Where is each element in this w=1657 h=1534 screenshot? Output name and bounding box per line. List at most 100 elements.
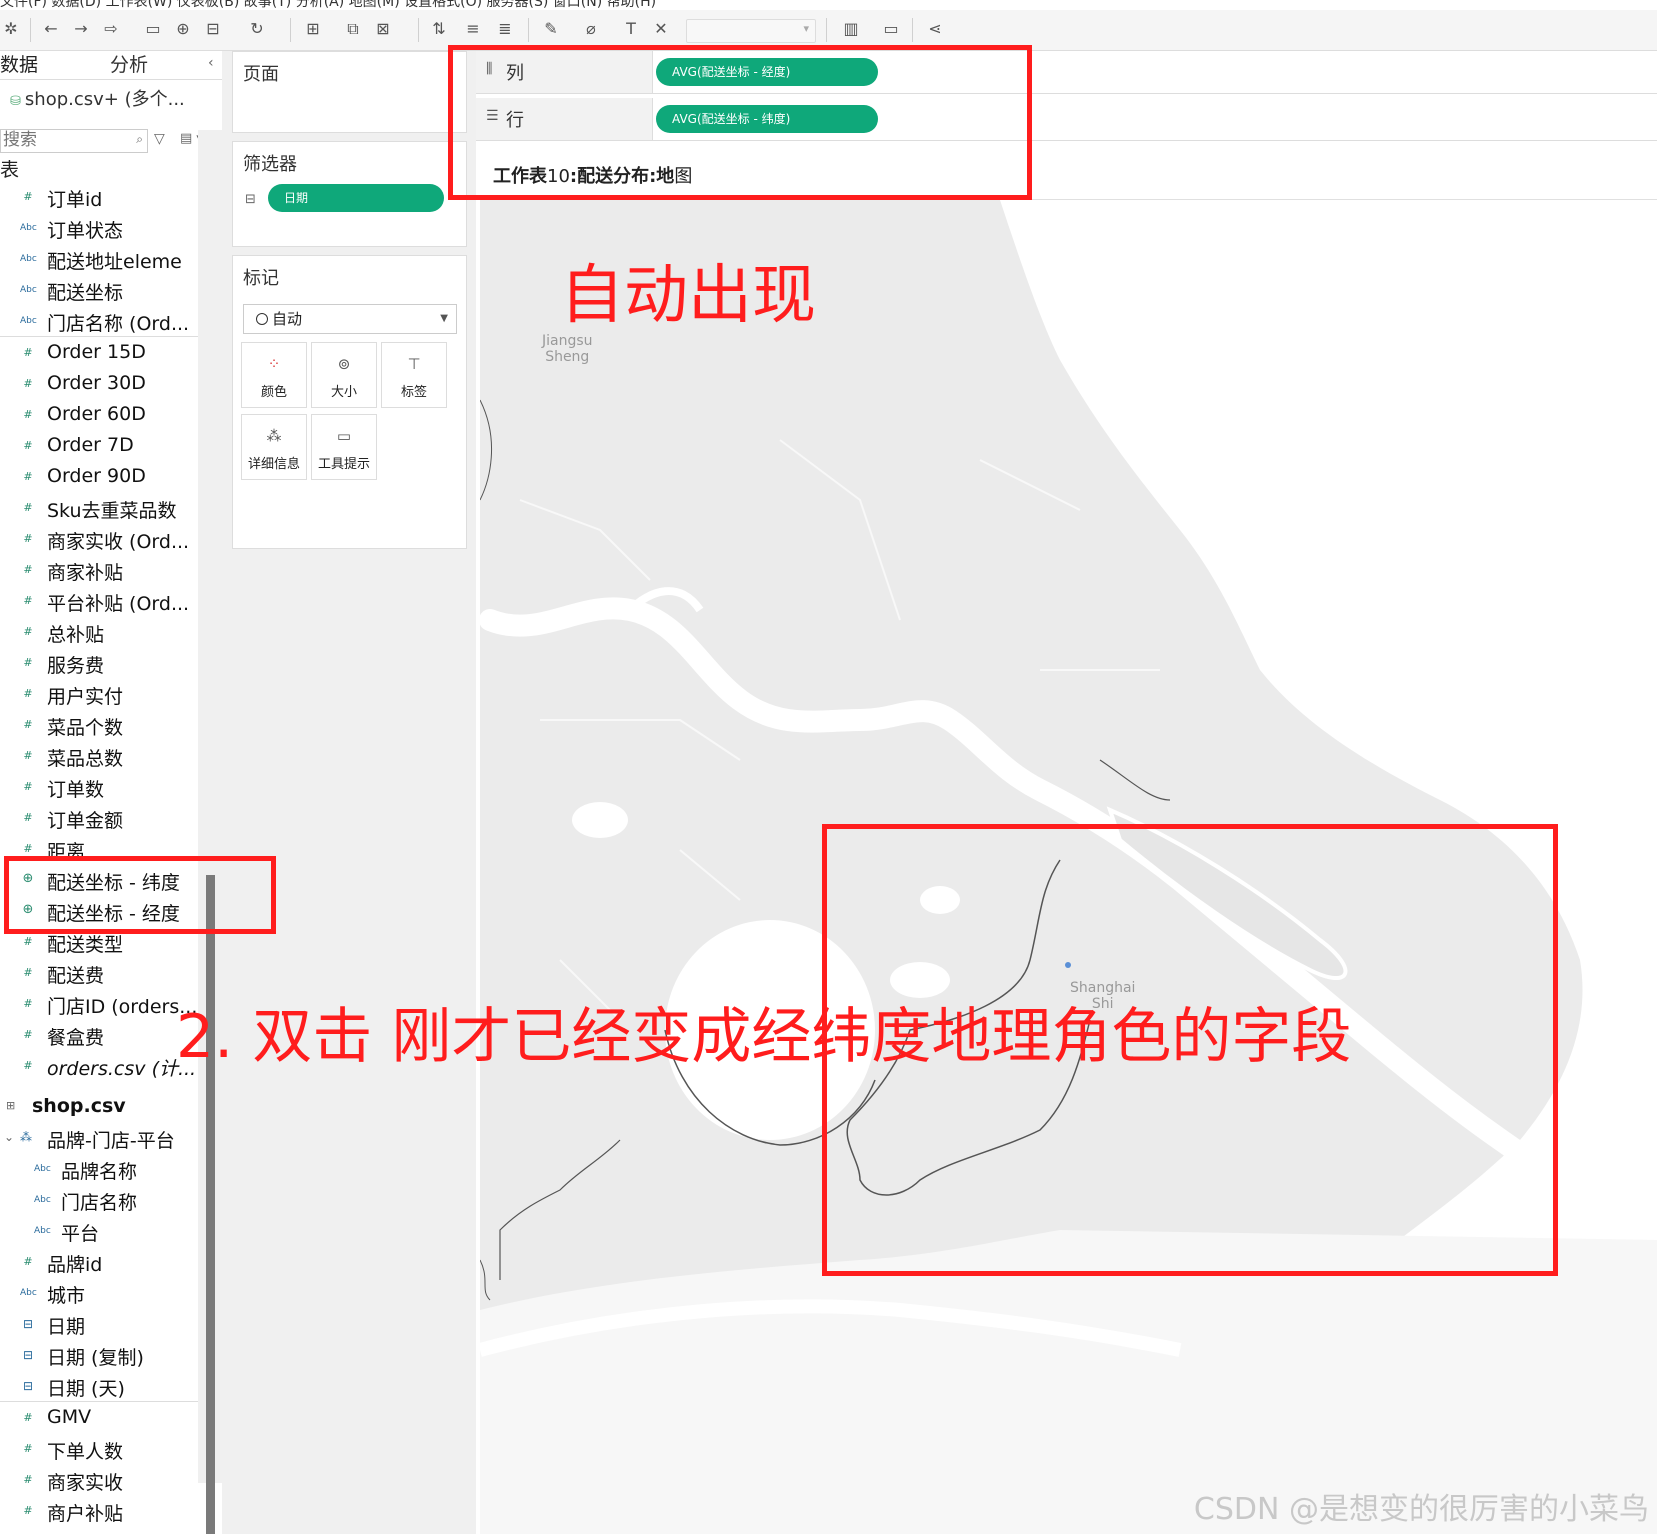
- filters-card[interactable]: 筛选器 ⊟ 日期: [232, 141, 467, 247]
- undo-icon[interactable]: ←: [40, 18, 62, 40]
- field-item[interactable]: # orders.csv (计...: [0, 1050, 198, 1081]
- field-item[interactable]: # 商家补贴: [0, 554, 198, 585]
- search-box[interactable]: ⌕: [0, 129, 148, 153]
- field-item[interactable]: ⊟ 日期: [0, 1308, 198, 1339]
- new-sheet-icon[interactable]: ⊞: [302, 18, 324, 40]
- sort-desc-icon[interactable]: ≣: [494, 18, 516, 40]
- field-item[interactable]: # 下单人数: [0, 1433, 198, 1464]
- table-group-shop[interactable]: ⊞ shop.csv: [0, 1091, 198, 1122]
- field-item[interactable]: # 商家实收 (Ord...: [0, 523, 198, 554]
- search-input[interactable]: [1, 130, 125, 150]
- field-item[interactable]: # 平台补贴 (Ord...: [0, 585, 198, 616]
- field-item[interactable]: Abc 配送地址eleme: [0, 243, 198, 274]
- field-item[interactable]: # 服务费: [0, 647, 198, 678]
- tab-analysis[interactable]: 分析: [110, 51, 210, 79]
- field-item[interactable]: # Order 60D: [0, 399, 198, 430]
- field-item[interactable]: Abc 门店名称: [0, 1184, 198, 1215]
- mark-type-dropdown[interactable]: 自动 ▼: [243, 304, 457, 334]
- field-list: # 订单id Abc 订单状态 Abc 配送地址eleme Abc 配送坐标 Abc 门店名称 (…: [0, 181, 198, 1526]
- field-label: 餐盒费: [47, 1027, 105, 1049]
- field-label: GMV: [47, 1406, 92, 1428]
- share-icon[interactable]: ⋖: [924, 18, 946, 40]
- show-me-icon[interactable]: ▥: [840, 18, 862, 40]
- fix-axes-icon[interactable]: ✕: [650, 18, 672, 40]
- field-item[interactable]: # 订单金额: [0, 802, 198, 833]
- label-icon[interactable]: T: [620, 18, 642, 40]
- tableau-logo-icon[interactable]: ✲: [0, 18, 22, 40]
- field-item[interactable]: # Order 90D: [0, 461, 198, 492]
- filter-icon[interactable]: ▽: [154, 131, 165, 147]
- color-button[interactable]: ⁘ 颜色: [241, 342, 307, 408]
- string-type-icon: Abc: [34, 1226, 51, 1236]
- field-item[interactable]: # 用户实付: [0, 678, 198, 709]
- field-item[interactable]: Abc 平台: [0, 1215, 198, 1246]
- scrollbar-thumb[interactable]: [206, 875, 215, 1534]
- field-item[interactable]: # Order 15D: [0, 336, 198, 368]
- redo-icon[interactable]: →: [70, 18, 92, 40]
- menu-bar[interactable]: 文件(F) 数据(D) 工作表(W) 仪表板(B) 故事(T) 分析(A) 地图…: [0, 0, 1657, 10]
- field-item[interactable]: # 品牌id: [0, 1246, 198, 1277]
- pause-update-icon[interactable]: ⊟: [202, 18, 224, 40]
- hierarchy-item[interactable]: ⌄ ⁂ 品牌-门店-平台: [0, 1122, 198, 1153]
- field-label: Order 7D: [47, 434, 134, 456]
- field-item[interactable]: # 商家实收: [0, 1464, 198, 1495]
- field-label: 商家实收: [47, 1472, 124, 1494]
- field-item[interactable]: Abc 订单状态: [0, 212, 198, 243]
- field-item[interactable]: ⊟ 日期 (天): [0, 1370, 198, 1401]
- field-item[interactable]: # 订单id: [0, 181, 198, 212]
- field-item[interactable]: # 订单数: [0, 771, 198, 802]
- field-item[interactable]: # Order 7D: [0, 430, 198, 461]
- field-item[interactable]: Abc 城市: [0, 1277, 198, 1308]
- number-type-icon: #: [23, 190, 33, 203]
- fit-dropdown[interactable]: [686, 19, 816, 43]
- field-item[interactable]: # 菜品个数: [0, 709, 198, 740]
- field-item[interactable]: # 菜品总数: [0, 740, 198, 771]
- sort-asc-icon[interactable]: ≡: [462, 18, 484, 40]
- field-item[interactable]: # Order 30D: [0, 368, 198, 399]
- field-item[interactable]: Abc 品牌名称: [0, 1153, 198, 1184]
- chevron-down-icon[interactable]: ⌄: [4, 1130, 14, 1144]
- number-type-icon: #: [23, 408, 33, 421]
- field-item[interactable]: Abc 门店名称 (Ord...: [0, 305, 198, 336]
- pages-card[interactable]: 页面: [232, 51, 467, 133]
- field-item[interactable]: # Sku去重菜品数: [0, 492, 198, 523]
- datasource-item[interactable]: ⛁ shop.csv+ (多个...: [10, 85, 185, 111]
- replay-icon[interactable]: ⇨: [100, 18, 122, 40]
- save-icon[interactable]: ▭: [142, 18, 164, 40]
- presentation-icon[interactable]: ▭: [880, 18, 902, 40]
- toolbar-separator: [418, 18, 419, 42]
- number-type-icon: #: [23, 625, 33, 638]
- clear-sheet-icon[interactable]: ⊠: [372, 18, 394, 40]
- tooltip-button[interactable]: ▭ 工具提示: [311, 414, 377, 480]
- field-item[interactable]: ⊟ 日期 (复制): [0, 1339, 198, 1370]
- field-item[interactable]: # 商户补贴: [0, 1495, 198, 1526]
- table-icon: ⊞: [6, 1099, 16, 1112]
- size-button[interactable]: ⊚ 大小: [311, 342, 377, 408]
- field-label: 平台补贴 (Ord...: [47, 593, 190, 615]
- field-item[interactable]: Abc 配送坐标: [0, 274, 198, 305]
- number-type-icon: #: [23, 563, 33, 576]
- field-label: 商户补贴: [47, 1503, 124, 1525]
- field-item[interactable]: # 配送费: [0, 957, 198, 988]
- group-icon[interactable]: ⌀: [580, 18, 602, 40]
- field-item[interactable]: # 门店ID (orders...: [0, 988, 198, 1019]
- number-type-icon: #: [23, 1255, 33, 1268]
- collapse-pane-icon[interactable]: ‹: [208, 55, 214, 71]
- number-type-icon: #: [23, 470, 33, 483]
- new-datasource-icon[interactable]: ⊕: [172, 18, 194, 40]
- highlight-icon[interactable]: ✎: [540, 18, 562, 40]
- field-item[interactable]: # 总补贴: [0, 616, 198, 647]
- toolbar-separator: [912, 18, 913, 42]
- label-button[interactable]: ⊤ 标签: [381, 342, 447, 408]
- swap-icon[interactable]: ⇅: [428, 18, 450, 40]
- datasource-icon: ⛁: [10, 94, 21, 109]
- number-type-icon: #: [23, 842, 33, 855]
- tab-data[interactable]: 数据: [0, 51, 96, 81]
- detail-button[interactable]: ⁂ 详细信息: [241, 414, 307, 480]
- field-item[interactable]: # GMV: [0, 1401, 198, 1433]
- duplicate-sheet-icon[interactable]: ⧉: [342, 18, 364, 40]
- filter-pill-date[interactable]: 日期: [268, 184, 444, 212]
- refresh-icon[interactable]: ↻: [246, 18, 268, 40]
- menu-text[interactable]: 文件(F) 数据(D) 工作表(W) 仪表板(B) 故事(T) 分析(A) 地图…: [0, 0, 656, 10]
- field-item[interactable]: # 餐盒费: [0, 1019, 198, 1050]
